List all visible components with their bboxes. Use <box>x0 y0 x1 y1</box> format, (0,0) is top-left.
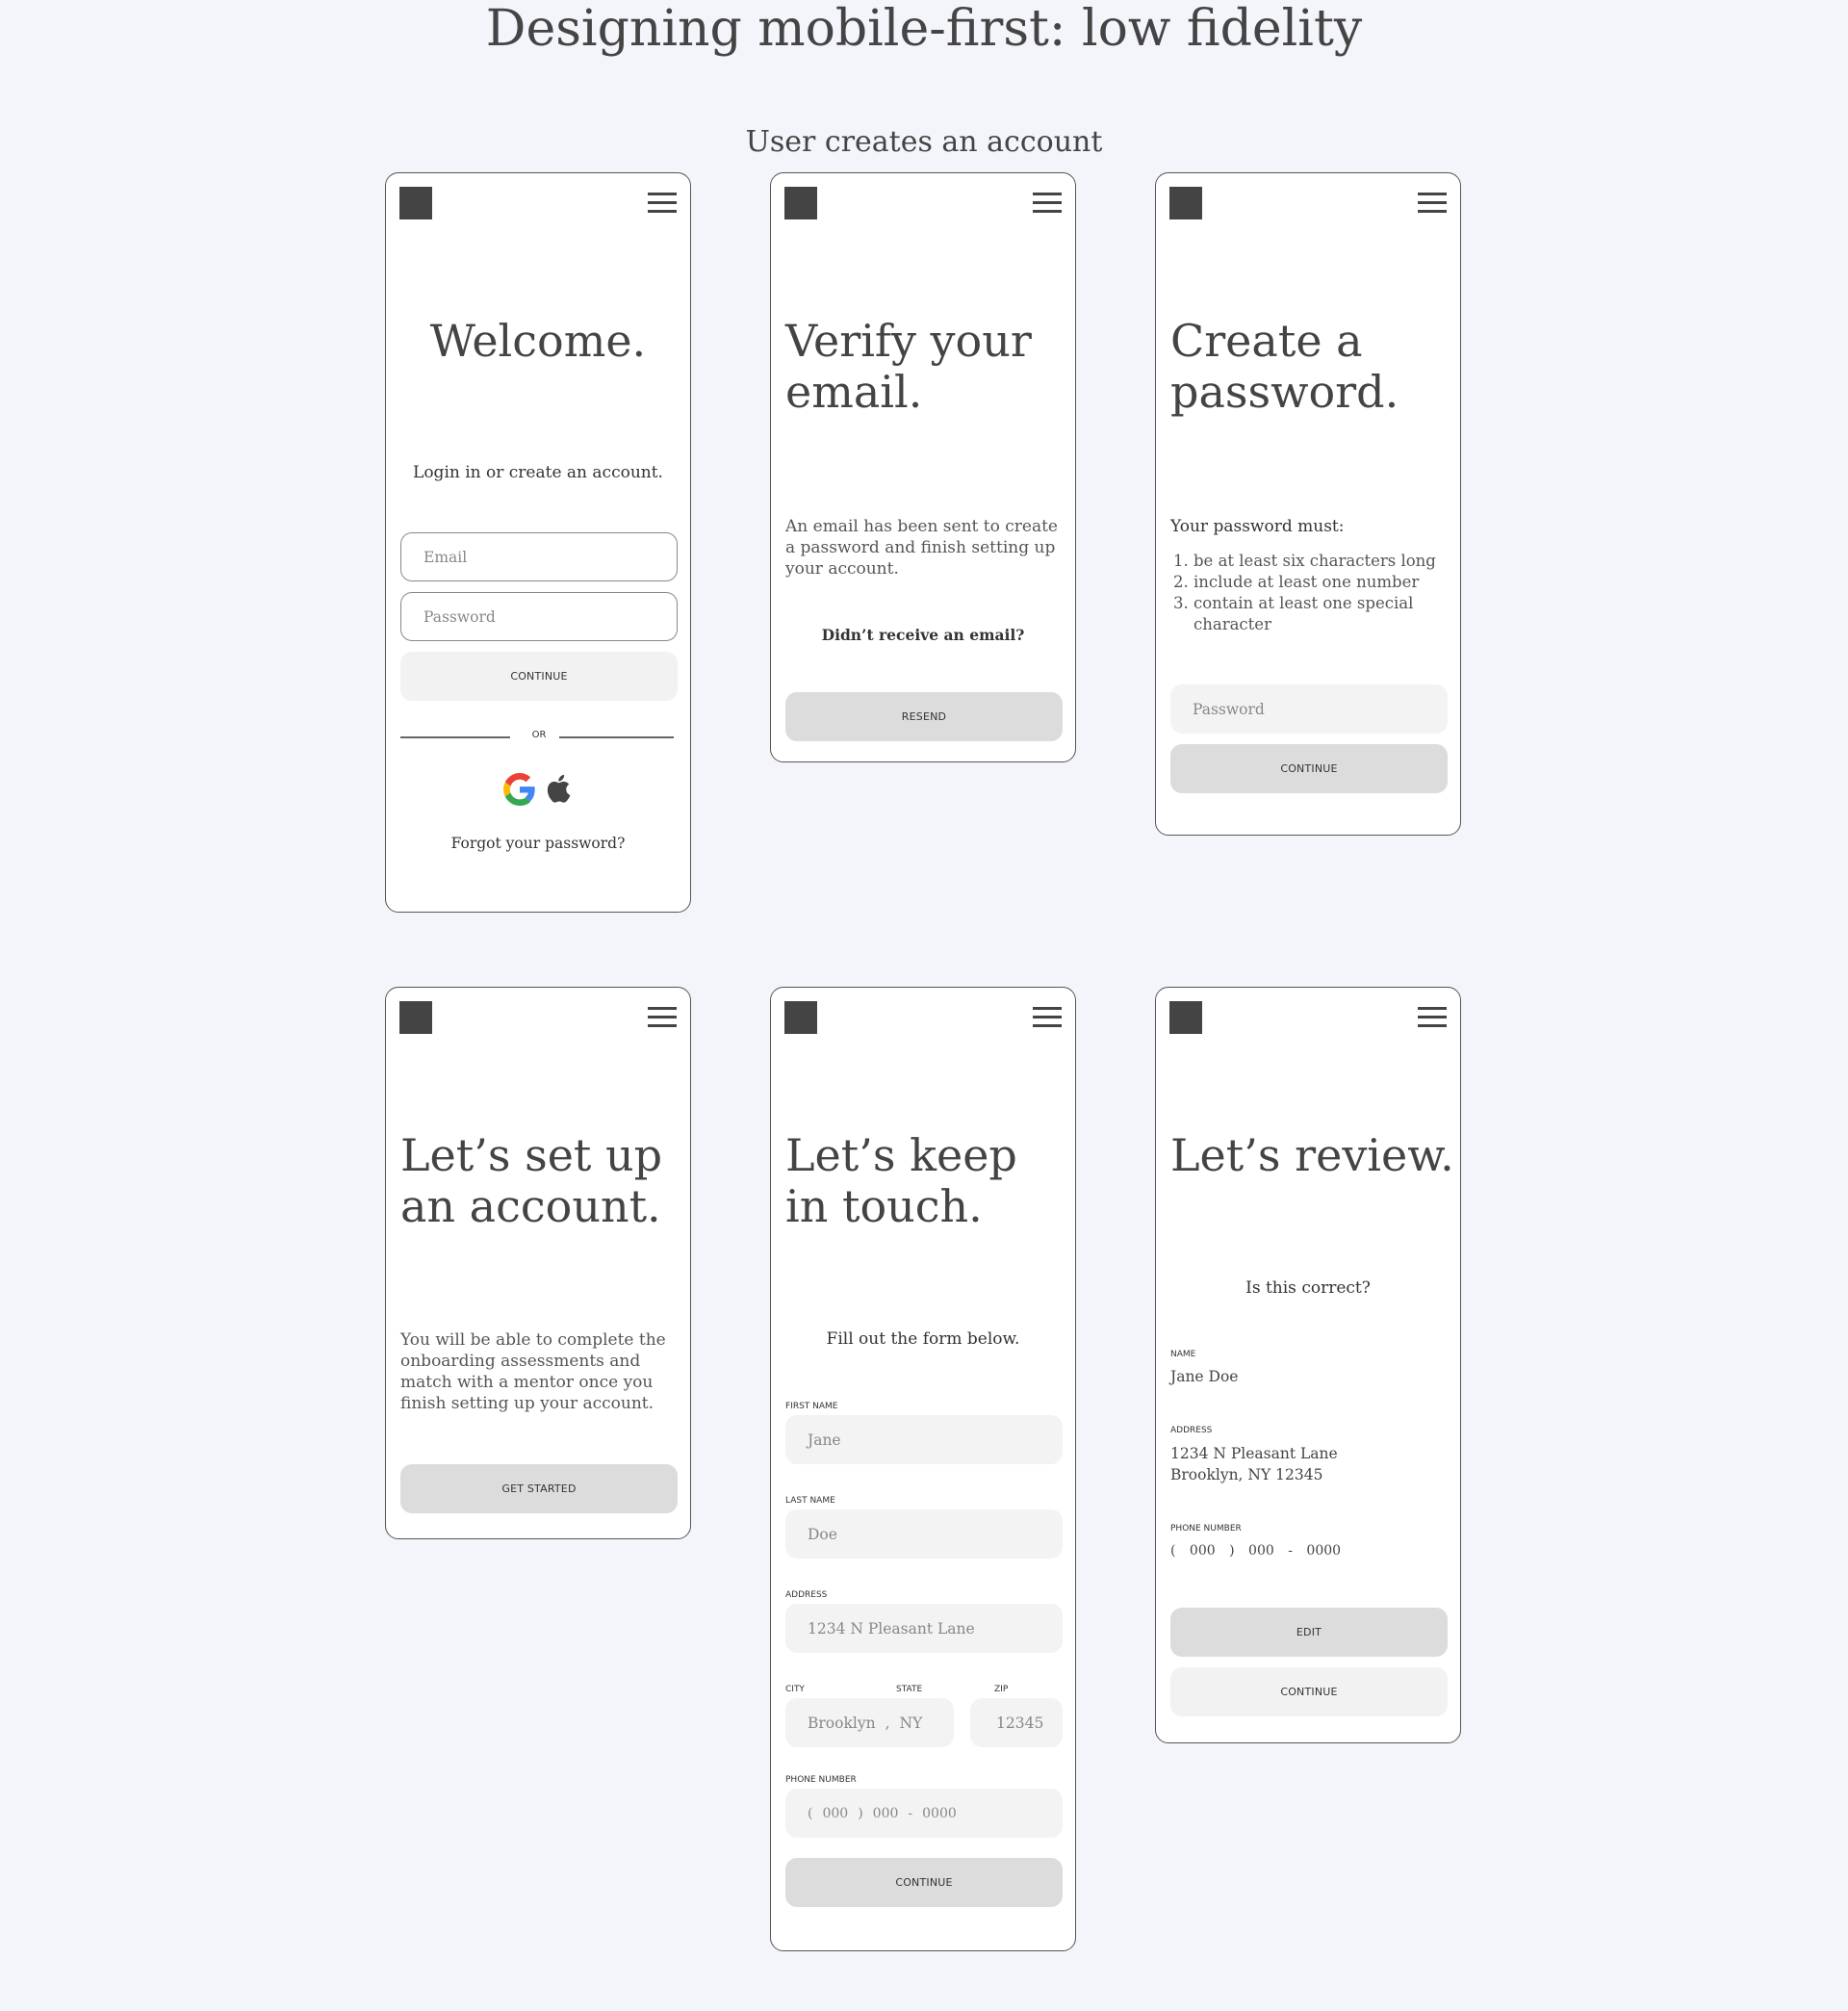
hamburger-menu-icon[interactable] <box>1033 1007 1062 1028</box>
address-label: ADDRESS <box>1170 1426 1213 1435</box>
logo-placeholder <box>784 1001 817 1034</box>
hamburger-menu-icon[interactable] <box>648 1007 677 1028</box>
logo-placeholder <box>399 187 432 219</box>
logo-placeholder <box>1169 1001 1202 1034</box>
address-line-1: 1234 N Pleasant Lane <box>1170 1445 1338 1462</box>
phone-open-paren: ( <box>808 1805 813 1821</box>
resend-button[interactable]: RESEND <box>785 692 1063 741</box>
address-label: ADDRESS <box>785 1590 828 1600</box>
hamburger-menu-icon[interactable] <box>1418 193 1447 214</box>
city-label: CITY <box>785 1685 805 1694</box>
logo-placeholder <box>1169 187 1202 219</box>
password-rule: be at least six characters long <box>1194 551 1482 572</box>
screen-welcome: Welcome. Login in or create an account. … <box>385 172 691 913</box>
screen-contact-form: Let’s keep in touch. Fill out the form b… <box>770 987 1076 1951</box>
last-name-field[interactable]: Doe <box>785 1509 1063 1559</box>
phone-dash: - <box>908 1805 913 1821</box>
review-heading: Let’s review. <box>1170 1129 1454 1181</box>
contact-heading: Let’s keep in touch. <box>785 1129 1017 1232</box>
state-label: STATE <box>896 1685 923 1694</box>
zip-field[interactable]: 12345 <box>970 1698 1063 1747</box>
apple-icon[interactable] <box>544 771 577 806</box>
verify-heading: Verify your email. <box>785 315 1032 418</box>
phone-close-paren: ) <box>1229 1543 1235 1559</box>
password-rules-list: be at least six characters long include … <box>1170 551 1482 635</box>
zip-label: ZIP <box>994 1685 1009 1694</box>
phone-dash: - <box>1288 1543 1293 1559</box>
hamburger-menu-icon[interactable] <box>648 193 677 214</box>
google-icon[interactable] <box>503 773 536 806</box>
email-field[interactable]: Email <box>400 532 678 581</box>
welcome-heading: Welcome. <box>429 315 647 367</box>
phone-field[interactable]: ( 000 ) 000 - 0000 <box>785 1789 1063 1838</box>
verify-body: An email has been sent to create a passw… <box>785 517 1058 579</box>
page-title: Designing mobile-first: low fidelity <box>485 0 1363 58</box>
first-name-field[interactable]: Jane <box>785 1415 1063 1464</box>
phone-open-paren: ( <box>1170 1543 1176 1559</box>
phone-close-paren: ) <box>858 1805 863 1821</box>
screen-setup-account: Let’s set up an account. You will be abl… <box>385 987 691 1539</box>
city-state-field[interactable]: Brooklyn , NY <box>785 1698 954 1747</box>
setup-heading: Let’s set up an account. <box>400 1129 663 1232</box>
phone-line: 0000 <box>922 1805 957 1821</box>
continue-button[interactable]: CONTINUE <box>400 652 678 701</box>
continue-button[interactable]: CONTINUE <box>785 1858 1063 1907</box>
edit-button[interactable]: EDIT <box>1170 1608 1448 1657</box>
phone-area-code: 000 <box>822 1805 849 1821</box>
city-value: Brooklyn <box>808 1714 876 1732</box>
hamburger-menu-icon[interactable] <box>1033 193 1062 214</box>
contact-subtitle: Fill out the form below. <box>826 1329 1020 1349</box>
password-rule: contain at least one special character <box>1194 593 1482 635</box>
or-label: OR <box>531 730 547 740</box>
logo-placeholder <box>784 187 817 219</box>
password-field[interactable]: Password <box>400 592 678 641</box>
state-value: NY <box>899 1714 923 1732</box>
last-name-label: LAST NAME <box>785 1496 835 1506</box>
no-email-prompt: Didn’t receive an email? <box>821 626 1025 644</box>
phone-value: ( 000 ) 000 - 0000 <box>1170 1540 1341 1561</box>
name-value: Jane Doe <box>1170 1368 1239 1385</box>
password-rules-title: Your password must: <box>1170 517 1345 536</box>
phone-area-code: 000 <box>1189 1543 1216 1559</box>
address-line-2: Brooklyn, NY 12345 <box>1170 1466 1323 1483</box>
forgot-password-link[interactable]: Forgot your password? <box>386 833 690 854</box>
review-subtitle: Is this correct? <box>1245 1278 1371 1298</box>
screen-review: Let’s review. Is this correct? NAME Jane… <box>1155 987 1461 1743</box>
get-started-button[interactable]: GET STARTED <box>400 1464 678 1513</box>
password-field[interactable]: Password <box>1170 684 1448 734</box>
setup-body: You will be able to complete the onboard… <box>400 1330 666 1413</box>
section-title: User creates an account <box>745 125 1103 159</box>
phone-prefix: 000 <box>1248 1543 1274 1559</box>
divider-left <box>400 736 510 738</box>
hamburger-menu-icon[interactable] <box>1418 1007 1447 1028</box>
logo-placeholder <box>399 1001 432 1034</box>
password-heading: Create a password. <box>1170 315 1399 418</box>
password-rule: include at least one number <box>1194 572 1482 593</box>
phone-prefix: 000 <box>872 1805 899 1821</box>
name-label: NAME <box>1170 1350 1196 1359</box>
screen-create-password: Create a password. Your password must: b… <box>1155 172 1461 836</box>
address-field[interactable]: 1234 N Pleasant Lane <box>785 1604 1063 1653</box>
continue-button[interactable]: CONTINUE <box>1170 1667 1448 1716</box>
phone-label: PHONE NUMBER <box>785 1775 857 1785</box>
screen-verify-email: Verify your email. An email has been sen… <box>770 172 1076 762</box>
phone-label: PHONE NUMBER <box>1170 1524 1242 1534</box>
city-state-separator: , <box>885 1714 890 1732</box>
continue-button[interactable]: CONTINUE <box>1170 744 1448 793</box>
divider-right <box>559 736 674 738</box>
phone-line: 0000 <box>1306 1543 1342 1559</box>
first-name-label: FIRST NAME <box>785 1402 838 1411</box>
welcome-subtitle: Login in or create an account. <box>413 463 663 482</box>
